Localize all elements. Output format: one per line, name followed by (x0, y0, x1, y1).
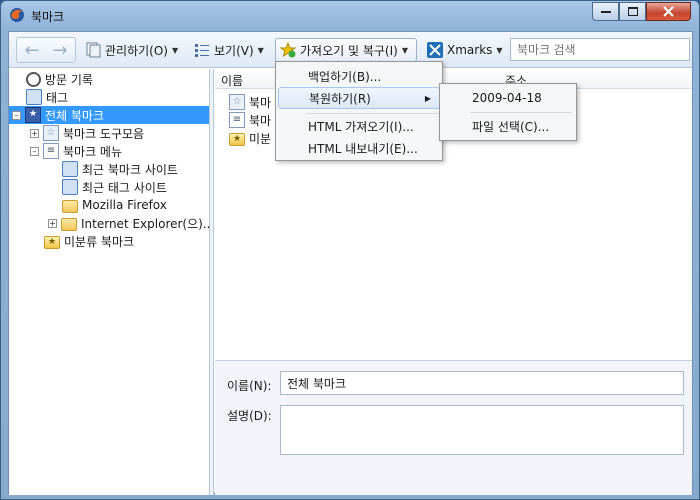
tree-item-label: 최근 태그 사이트 (82, 180, 167, 195)
xmarks-icon (427, 42, 443, 58)
title-bar[interactable]: 북마크 (1, 1, 699, 31)
list-item[interactable]: ≡ 북마 (229, 111, 271, 129)
dropdown-caret-icon: ▼ (171, 45, 179, 55)
expand-toggle[interactable]: + (30, 128, 39, 138)
folder-icon (61, 217, 77, 231)
tree-item-unsorted-bookmarks[interactable]: ★ 미분류 북마크 (44, 232, 134, 250)
tree-item-label: 북마크 도구모음 (63, 126, 145, 141)
views-label: 보기(V) (214, 43, 254, 58)
import-backup-label: 가져오기 및 복구(I) (300, 43, 398, 58)
column-name-header[interactable]: 이름 (221, 72, 243, 89)
menu-item-export-html[interactable]: HTML 내보내기(E)... (278, 137, 440, 159)
import-backup-dropdown: 백업하기(B)... 복원하기(R) ▶ HTML 가져오기(I)... HTM… (275, 61, 443, 161)
tree-item-label: 미분류 북마크 (64, 234, 135, 249)
bookmarks-window: 북마크 ← → 관리하기(O) ▼ 보기(V) ▼ 가져오기 및 복구(I) ▼… (0, 0, 700, 500)
arrow-right-icon: → (52, 39, 68, 61)
tree-item-mozilla-firefox[interactable]: Mozilla Firefox (62, 196, 167, 214)
dropdown-caret-icon: ▼ (401, 45, 408, 55)
submenu-item-backup-date[interactable]: 2009-04-18 (442, 87, 574, 109)
window-title: 북마크 (31, 10, 65, 24)
all-bookmarks-icon: ★ (25, 107, 41, 123)
minimize-icon (600, 10, 611, 13)
pane-splitter[interactable] (210, 69, 214, 495)
tree-item-recent-tags[interactable]: 최근 태그 사이트 (62, 178, 167, 196)
expand-toggle[interactable]: + (48, 218, 57, 228)
bookmark-menu-icon: ≡ (43, 143, 59, 159)
xmarks-label: Xmarks (447, 43, 493, 57)
back-button[interactable]: ← (18, 38, 46, 62)
folder-icon (62, 199, 78, 213)
bookmark-tree[interactable]: 방문 기록 태그 – ★ 전체 북마크 + ☆ 북마크 도구모음 – ≡ 북마크… (9, 69, 214, 495)
arrow-left-icon: ← (24, 39, 40, 61)
tree-item-bookmarks-menu[interactable]: – ≡ 북마크 메뉴 (30, 142, 122, 160)
name-label: 이름(N): (227, 379, 272, 393)
close-button[interactable] (646, 2, 691, 21)
list-item-name: 미분 (249, 131, 272, 146)
submenu-item-choose-file[interactable]: 파일 선택(C)... (442, 115, 574, 137)
tree-item-tags[interactable]: 태그 (26, 88, 68, 106)
menu-item-label: 파일 선택(C)... (472, 119, 550, 134)
menu-item-restore[interactable]: 복원하기(R) ▶ (278, 87, 440, 109)
submenu-arrow-icon: ▶ (424, 93, 431, 103)
list-item-name: 북마 (249, 113, 272, 128)
menu-item-label: HTML 가져오기(I)... (308, 119, 414, 134)
close-icon (663, 6, 674, 17)
bookmark-search-input[interactable] (510, 38, 690, 61)
restore-submenu: 2009-04-18 파일 선택(C)... (439, 83, 577, 141)
dropdown-caret-icon: ▼ (496, 45, 503, 55)
forward-button[interactable]: → (46, 38, 74, 62)
views-menu-button[interactable]: 보기(V) ▼ (190, 38, 268, 62)
menu-item-label: HTML 내보내기(E)... (308, 141, 418, 156)
maximize-icon (627, 7, 638, 16)
bookmark-menu-icon: ≡ (229, 112, 245, 128)
tree-item-label: 북마크 메뉴 (63, 144, 123, 159)
list-item[interactable]: ★ 미분 (229, 129, 271, 147)
tree-item-label: Internet Explorer(으)... (81, 216, 215, 231)
tree-item-label: 태그 (46, 90, 69, 105)
tree-item-all-bookmarks[interactable]: – ★ 전체 북마크 (9, 106, 209, 124)
dropdown-caret-icon: ▼ (257, 45, 264, 55)
tree-item-bookmarks-toolbar[interactable]: + ☆ 북마크 도구모음 (30, 124, 144, 142)
organize-menu-button[interactable]: 관리하기(O) ▼ (81, 38, 182, 62)
xmarks-menu-button[interactable]: Xmarks ▼ (423, 38, 507, 62)
menu-item-backup[interactable]: 백업하기(B)... (278, 65, 440, 87)
collapse-toggle[interactable]: – (12, 110, 21, 120)
import-backup-menu-button[interactable]: 가져오기 및 복구(I) ▼ (275, 38, 417, 62)
menu-separator (306, 113, 438, 114)
tree-item-history[interactable]: 방문 기록 (26, 70, 93, 88)
menu-item-import-html[interactable]: HTML 가져오기(I)... (278, 115, 440, 137)
name-field[interactable]: 전체 북마크 (280, 371, 684, 395)
description-label: 설명(D): (227, 409, 272, 423)
tree-item-internet-explorer[interactable]: + Internet Explorer(으)... (48, 214, 214, 232)
tree-item-recent-bookmarks[interactable]: 최근 북마크 사이트 (62, 160, 178, 178)
menu-item-label: 백업하기(B)... (308, 69, 382, 84)
details-pane: 이름(N): 전체 북마크 설명(D): (215, 360, 692, 495)
tree-item-label: 방문 기록 (45, 72, 93, 87)
unsorted-bookmarks-icon: ★ (229, 132, 245, 146)
organize-icon (86, 42, 101, 58)
organize-label: 관리하기(O) (105, 43, 168, 58)
clock-icon (26, 71, 41, 87)
minimize-button[interactable] (592, 2, 619, 21)
views-icon (195, 44, 209, 57)
tag-folder-icon (26, 89, 42, 105)
unsorted-bookmarks-icon: ★ (44, 235, 60, 249)
tree-item-label: Mozilla Firefox (82, 198, 167, 212)
firefox-icon (10, 8, 24, 22)
bookmark-toolbar-icon: ☆ (229, 94, 245, 110)
list-item[interactable]: ☆ 북마 (229, 93, 271, 111)
menu-item-label: 복원하기(R) (309, 91, 371, 106)
collapse-toggle[interactable]: – (30, 146, 39, 156)
list-item-name: 북마 (249, 95, 272, 110)
menu-item-label: 2009-04-18 (472, 91, 542, 105)
description-field[interactable] (280, 405, 684, 455)
smart-folder-icon (62, 161, 78, 177)
tree-item-label: 최근 북마크 사이트 (82, 162, 178, 177)
star-restore-icon (280, 42, 296, 58)
menu-separator (470, 112, 572, 113)
bookmark-toolbar-icon: ☆ (43, 125, 59, 141)
smart-folder-icon (62, 179, 78, 195)
maximize-button[interactable] (619, 2, 646, 21)
tree-item-label: 전체 북마크 (45, 108, 105, 123)
